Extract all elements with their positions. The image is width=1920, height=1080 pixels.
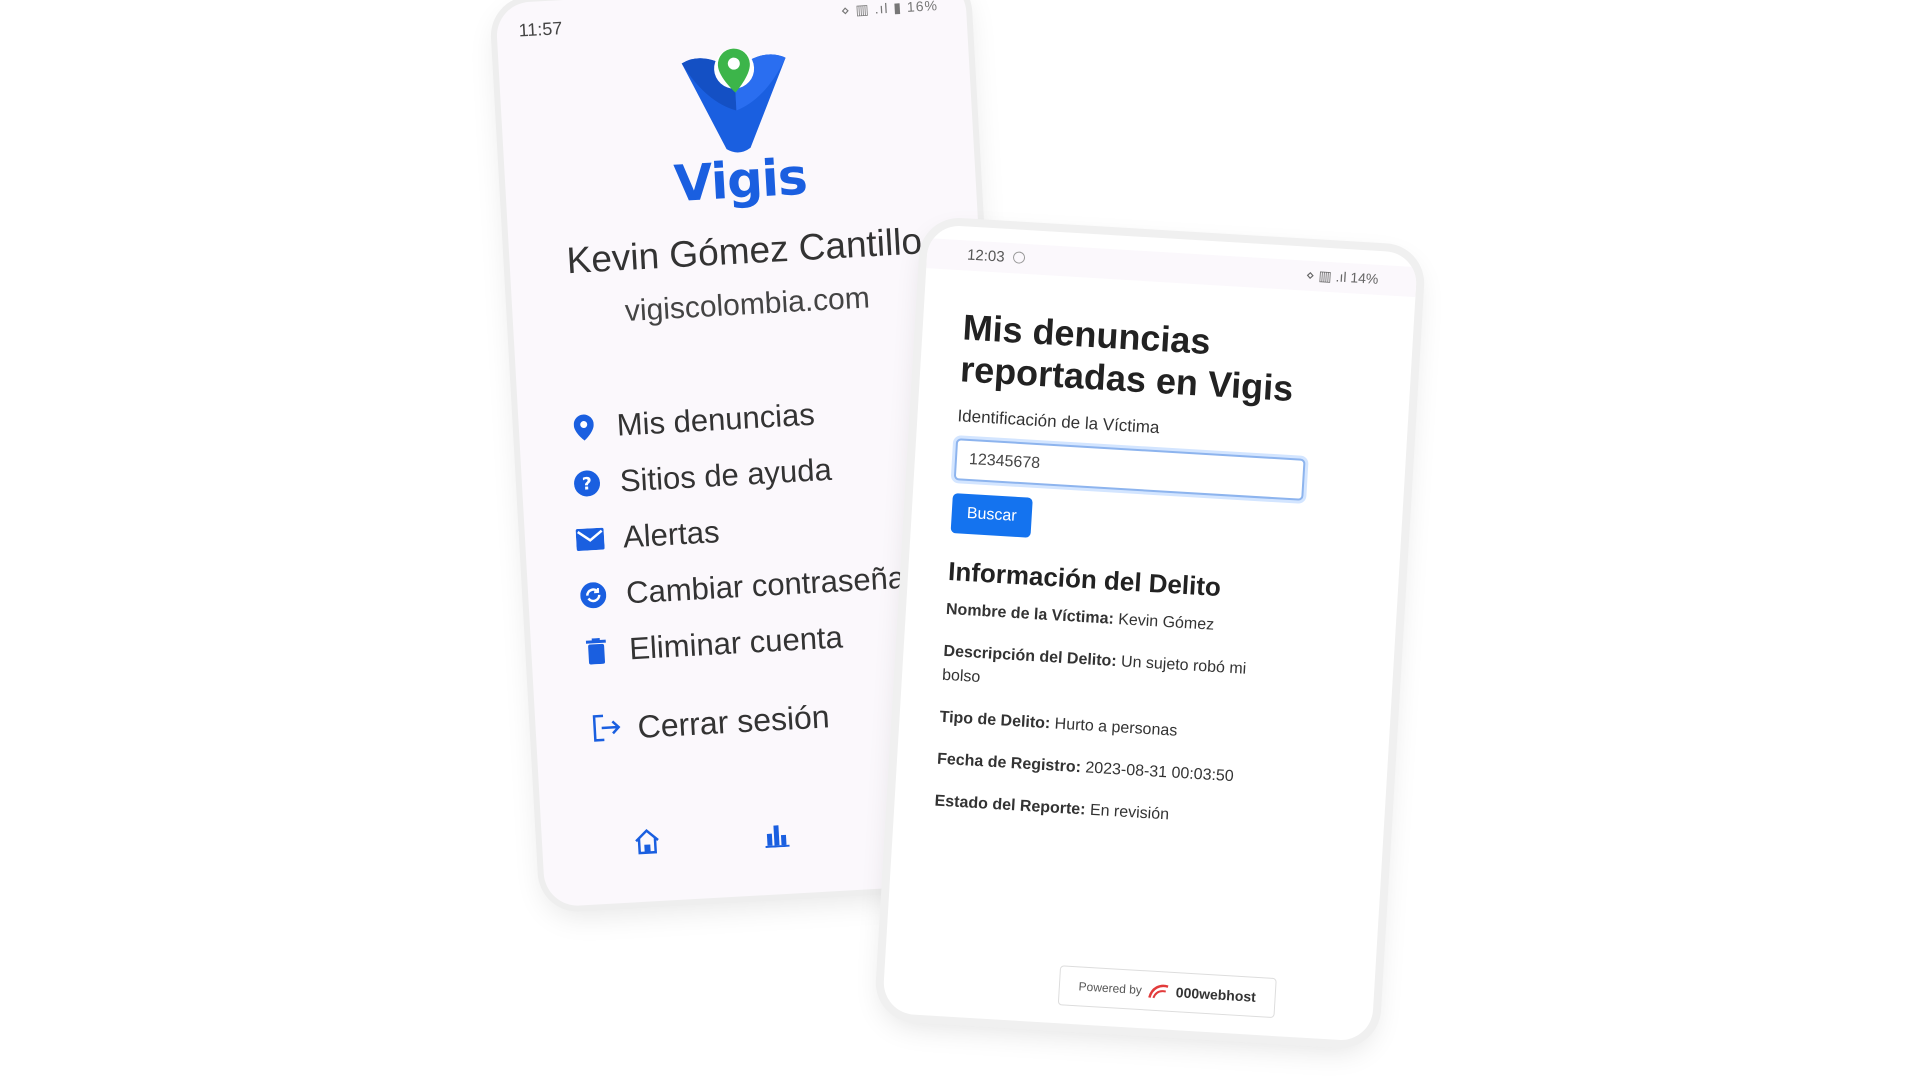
page-title: Mis denuncias reportadas en Vigis — [959, 306, 1295, 410]
logout-button[interactable]: Cerrar sesión — [591, 698, 831, 748]
logout-label: Cerrar sesión — [636, 698, 831, 745]
info-row-crime-type: Tipo de Delito: Hurto a personas — [939, 706, 1270, 750]
logout-icon — [591, 712, 625, 746]
crime-info-list: Nombre de la Víctima: Kevin Gómez Descri… — [933, 598, 1276, 851]
search-button[interactable]: Buscar — [950, 493, 1033, 538]
vigis-logo: Vigis — [648, 36, 827, 215]
help-circle-icon: ? — [571, 468, 603, 500]
menu-item-label: Cambiar contraseña — [625, 559, 906, 611]
info-key: Tipo de Delito: — [939, 708, 1051, 733]
powered-by-badge[interactable]: Powered by 000webhost — [1057, 965, 1277, 1019]
victim-id-input[interactable] — [953, 438, 1306, 501]
webhost-logo-icon — [1148, 984, 1169, 999]
refresh-icon — [577, 579, 609, 611]
status-time: 12:03 — [967, 247, 1025, 267]
info-key: Estado del Reporte: — [934, 792, 1087, 819]
menu-item-label: Mis denuncias — [615, 396, 816, 443]
menu-item-label: Sitios de ayuda — [618, 451, 833, 499]
location-pin-icon — [568, 412, 600, 444]
home-icon — [635, 828, 659, 855]
status-icons: ⋄ ▥ .ıl 14% — [1305, 266, 1379, 287]
info-key: Descripción del Delito: — [943, 642, 1118, 671]
info-value: Kevin Gómez — [1113, 610, 1215, 634]
info-value: En revisión — [1085, 801, 1170, 824]
info-key: Fecha de Registro: — [936, 750, 1082, 777]
info-value: Hurto a personas — [1049, 715, 1178, 740]
vigis-logo-icon — [681, 48, 786, 153]
user-name: Kevin Gómez Cantillo — [565, 220, 924, 282]
menu-item-label: Alertas — [622, 514, 721, 555]
info-value: 2023-08-31 00:03:50 — [1080, 759, 1235, 786]
stage: 11:57 ⋄ ▥ .ıl ▮ 16% Vigis Kevin Gómez Ca… — [0, 0, 1920, 1080]
mail-icon — [574, 524, 606, 556]
info-row-report-status: Estado del Reporte: En revisión — [934, 790, 1265, 834]
victim-id-label: Identificación de la Víctima — [956, 406, 1160, 438]
status-dot-icon — [1012, 251, 1025, 264]
logo-text: Vigis — [672, 147, 809, 214]
trash-icon — [581, 635, 613, 667]
info-row-victim-name: Nombre de la Víctima: Kevin Gómez — [945, 598, 1276, 642]
menu-item-label: Eliminar cuenta — [628, 619, 844, 667]
report-phone-screen: 12:03 ⋄ ▥ .ıl 14% Mis denuncias reportad… — [882, 224, 1418, 1042]
status-icons: ⋄ ▥ .ıl ▮ 16% — [840, 0, 939, 19]
powered-by-label: Powered by — [1078, 979, 1143, 998]
powered-by-brand: 000webhost — [1175, 984, 1257, 1005]
user-website: vigiscolombia.com — [624, 281, 871, 329]
chart-icon — [765, 825, 790, 849]
status-time-text: 12:03 — [966, 246, 1006, 266]
nav-stats-button[interactable] — [756, 813, 798, 855]
status-time: 11:57 — [518, 18, 563, 41]
info-section-title: Información del Delito — [947, 555, 1222, 603]
status-bar: 12:03 ⋄ ▥ .ıl 14% — [926, 238, 1418, 298]
svg-text:?: ? — [582, 474, 593, 495]
info-row-registration-date: Fecha de Registro: 2023-08-31 00:03:50 — [936, 748, 1267, 792]
nav-home-button[interactable] — [626, 821, 668, 863]
info-key: Nombre de la Víctima: — [945, 600, 1115, 628]
info-row-description: Descripción del Delito: Un sujeto robó m… — [941, 640, 1273, 707]
status-bar: 11:57 ⋄ ▥ .ıl ▮ 16% — [496, 0, 967, 46]
